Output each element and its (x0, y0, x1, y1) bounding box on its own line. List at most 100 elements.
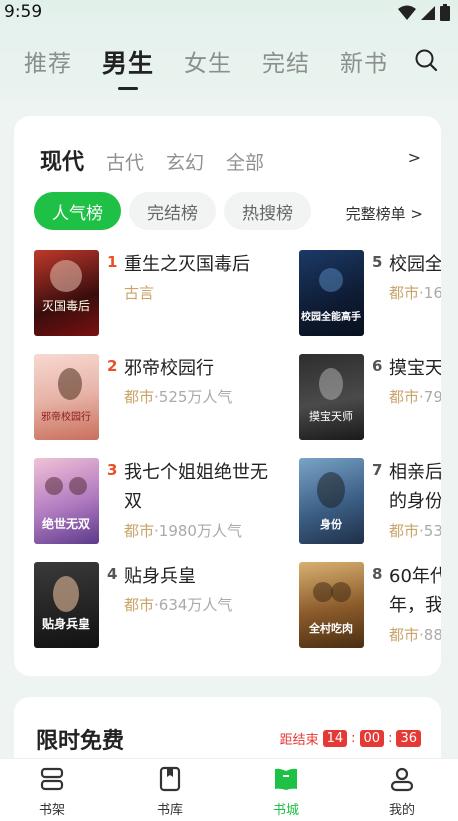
list-item[interactable]: 摸宝天师 6 摸宝天 都市·79 (299, 354, 441, 446)
book-popularity: ·1980万人气 (154, 522, 242, 540)
list-item[interactable]: 邪帝校园行 2 邪帝校园行 都市·525万人气 (34, 354, 294, 446)
bottom-nav: 书架 书库 书城 我的 (0, 758, 458, 821)
category-more-arrow[interactable]: > (408, 148, 421, 167)
book-popularity: ·525万人气 (154, 388, 233, 406)
channel-tabs: 推荐 男生 女生 完结 新书 (24, 44, 388, 90)
tab-male[interactable]: 男生 (102, 44, 154, 90)
battery-icon (440, 4, 450, 21)
book-genre: 都市 (389, 522, 420, 540)
search-icon[interactable] (414, 48, 438, 72)
rank-number: 2 (107, 357, 118, 375)
rank-number: 1 (107, 253, 118, 271)
tab-recommend[interactable]: 推荐 (24, 44, 72, 80)
tab-female[interactable]: 女生 (184, 44, 232, 80)
book-meta: 古言 (124, 282, 154, 303)
countdown-hours: 14 (322, 730, 348, 747)
book-cover: 绝世无双 (34, 458, 99, 544)
book-meta: 都市·16 (389, 282, 441, 303)
rank-number: 7 (372, 461, 383, 479)
book-popularity: ·88 (419, 626, 441, 644)
wifi-icon (398, 5, 416, 20)
book-title: 贴身兵皇 (124, 566, 196, 587)
book-popularity: ·53 (419, 522, 441, 540)
nav-library[interactable]: 书库 (130, 765, 210, 818)
list-item[interactable]: 全村吃肉 8 60年代年，我 都市·88 (299, 562, 441, 654)
book-genre: 都市 (124, 596, 155, 614)
system-icons (398, 4, 450, 21)
cover-title: 邪帝校园行 (41, 410, 91, 423)
ranking-card: 现代 古代 玄幻 全部 > 人气榜 完结榜 热搜榜 完整榜单 > 灭国毒后 1 … (14, 116, 441, 676)
chip-hot-search[interactable]: 热搜榜 (224, 192, 311, 230)
full-ranking-link[interactable]: 完整榜单 > (346, 203, 423, 224)
book-cover: 邪帝校园行 (34, 354, 99, 440)
list-item[interactable]: 校园全能高手 5 校园全 都市·16 (299, 250, 441, 342)
book-meta: 都市·53 (389, 520, 441, 541)
book-cover: 灭国毒后 (34, 250, 99, 336)
book-meta: 都市·525万人气 (124, 386, 232, 407)
rank-number: 4 (107, 565, 118, 583)
book-genre: 都市 (389, 626, 420, 644)
list-item[interactable]: 绝世无双 3 我七个姐姐绝世无双 都市·1980万人气 (34, 458, 294, 550)
nav-bookstore[interactable]: 书城 (246, 765, 326, 818)
book-title: 60年代年，我 (389, 566, 441, 616)
book-meta: 都市·1980万人气 (124, 520, 242, 541)
status-bar: 9:59 (0, 0, 458, 28)
list-item[interactable]: 灭国毒后 1 重生之灭国毒后 古言 (34, 250, 294, 342)
cover-title: 摸宝天师 (309, 409, 353, 423)
countdown-label: 距结束 (279, 733, 319, 748)
book-popularity: ·16 (419, 284, 441, 302)
list-item[interactable]: 贴身兵皇 4 贴身兵皇 都市·634万人气 (34, 562, 294, 654)
cover-title: 绝世无双 (42, 516, 90, 531)
book-genre: 都市 (389, 388, 420, 406)
category-all[interactable]: 全部 (226, 148, 264, 175)
nav-bookshelf[interactable]: 书架 (12, 765, 92, 818)
book-cover: 身份 (299, 458, 364, 544)
signal-icon (421, 5, 435, 20)
category-modern[interactable]: 现代 (40, 144, 84, 176)
bookshelf-icon (40, 767, 64, 791)
cover-title: 全村吃肉 (308, 621, 353, 635)
book-cover: 全村吃肉 (299, 562, 364, 648)
chip-popular[interactable]: 人气榜 (34, 192, 121, 230)
category-tabs: 现代 古代 玄幻 全部 (40, 144, 264, 176)
ranking-type-chips: 人气榜 完结榜 热搜榜 (34, 192, 311, 230)
rank-number: 8 (372, 565, 383, 583)
nav-label: 我的 (388, 803, 415, 818)
countdown-separator: : (388, 731, 393, 746)
countdown-seconds: 36 (396, 730, 421, 747)
category-fantasy[interactable]: 玄幻 (166, 148, 204, 175)
cover-title: 校园全能高手 (301, 310, 361, 323)
tab-completed[interactable]: 完结 (262, 44, 310, 80)
book-title: 邪帝校园行 (124, 358, 214, 379)
book-genre: 古言 (124, 284, 155, 302)
rank-number: 3 (107, 461, 118, 479)
list-item[interactable]: 身份 7 相亲后的身份 都市·53 (299, 458, 441, 550)
nav-label: 书架 (38, 803, 65, 818)
chip-completed[interactable]: 完结榜 (129, 192, 216, 230)
book-title: 重生之灭国毒后 (124, 254, 250, 275)
free-section-title: 限时免费 (36, 729, 125, 754)
book-cover: 校园全能高手 (299, 250, 364, 336)
profile-icon (390, 767, 414, 792)
book-cover: 摸宝天师 (299, 354, 364, 440)
book-genre: 都市 (124, 388, 155, 406)
countdown-minutes: 00 (359, 730, 385, 747)
book-cover: 贴身兵皇 (34, 562, 99, 648)
rank-number: 5 (372, 253, 383, 271)
countdown-separator: : (351, 731, 356, 746)
nav-label: 书城 (272, 803, 299, 818)
tab-new[interactable]: 新书 (340, 44, 388, 80)
book-meta: 都市·79 (389, 386, 441, 407)
cover-title: 灭国毒后 (42, 299, 90, 313)
book-popularity: ·79 (419, 388, 441, 406)
book-title: 我七个姐姐绝世无双 (124, 462, 268, 512)
status-time: 9:59 (4, 2, 43, 22)
book-genre: 都市 (389, 284, 420, 302)
book-popularity: ·634万人气 (154, 596, 233, 614)
nav-profile[interactable]: 我的 (362, 765, 442, 818)
countdown-timer: 距结束 14 : 00 : 36 (280, 729, 421, 748)
book-title: 相亲后的身份 (389, 462, 441, 512)
category-ancient[interactable]: 古代 (106, 148, 144, 175)
nav-label: 书库 (156, 803, 183, 818)
book-ranking-list: 灭国毒后 1 重生之灭国毒后 古言 邪帝校园行 2 邪帝校园行 都市·525万人… (34, 250, 441, 670)
